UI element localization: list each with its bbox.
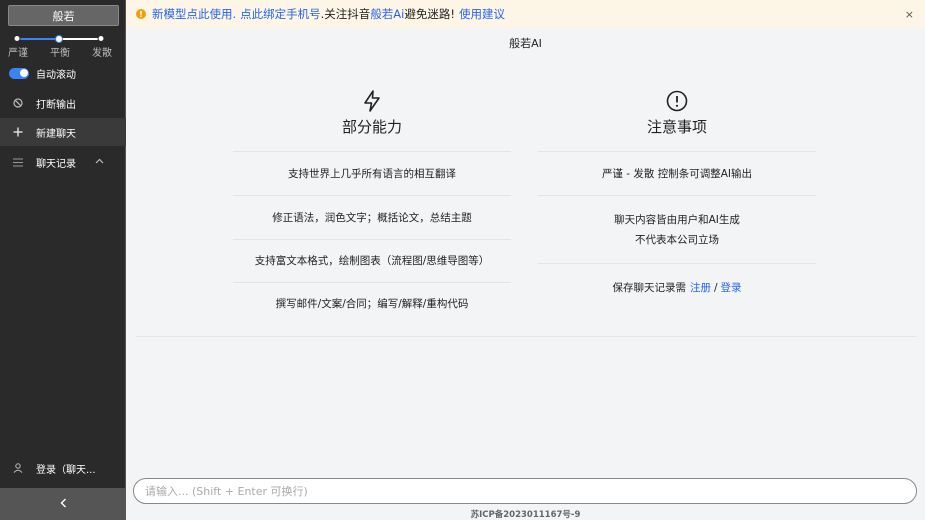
login-label: 登录（聊天... bbox=[36, 464, 96, 476]
banner-text: 避免迷路! bbox=[404, 7, 455, 21]
notice-item: 严谨 - 发散 控制条可调整AI输出 bbox=[538, 152, 816, 196]
temperature-slider[interactable] bbox=[13, 34, 105, 43]
capabilities-section: 部分能力 支持世界上几乎所有语言的相互翻译 修正语法，润色文字；概括论文，总结主… bbox=[233, 88, 511, 325]
announcement-banner: ! 新模型点此使用. 点此绑定手机号 .关注抖音 般若Ai 避免迷路! 使用建议… bbox=[126, 0, 925, 28]
slider-handle[interactable] bbox=[55, 34, 63, 43]
chat-input[interactable]: 请输入... (Shift + Enter 可换行) bbox=[133, 478, 917, 504]
new-model-link[interactable]: 新模型点此使用. bbox=[152, 6, 236, 22]
slider-label-divergent: 发散 bbox=[92, 48, 112, 59]
link-separator: / bbox=[713, 282, 718, 294]
plus-icon bbox=[0, 127, 36, 137]
page-title: 般若AI bbox=[509, 37, 542, 50]
auto-scroll-toggle[interactable]: 自动滚动 bbox=[0, 59, 126, 87]
follow-douyin-text: .关注抖音 bbox=[320, 7, 371, 21]
capability-item: 支持富文本格式，绘制图表（流程图/思维导图等） bbox=[233, 240, 511, 283]
brand-button[interactable]: 般若 bbox=[8, 5, 119, 26]
notice-line: 聊天内容皆由用户和AI生成 bbox=[614, 213, 740, 226]
capability-item: 撰写邮件/文案/合同；编写/解释/重构代码 bbox=[275, 298, 469, 310]
notice-item: 保存聊天记录需 注册 / 登录 bbox=[538, 264, 816, 312]
icp-footer[interactable]: 苏ICP备2023011167号-9 bbox=[126, 508, 925, 520]
stop-icon bbox=[0, 98, 36, 108]
slider-label-balanced: 平衡 bbox=[50, 48, 70, 59]
collapse-sidebar-button[interactable] bbox=[0, 488, 126, 520]
capability-item: 支持世界上几乎所有语言的相互翻译 bbox=[233, 152, 511, 196]
divider bbox=[136, 336, 916, 337]
sidebar: 般若 严谨 平衡 发散 自动滚动 打断输出 新建聊天 聊天记录 登录（聊天... bbox=[0, 0, 126, 520]
notice-item: 聊天内容皆由用户和AI生成 不代表本公司立场 bbox=[538, 196, 816, 264]
notices-section: 注意事项 严谨 - 发散 控制条可调整AI输出 聊天内容皆由用户和AI生成 不代… bbox=[538, 88, 816, 312]
warning-icon: ! bbox=[136, 9, 146, 19]
usage-tips-link[interactable]: 使用建议 bbox=[459, 6, 505, 22]
register-link[interactable]: 注册 bbox=[690, 278, 711, 298]
notice-line: 不代表本公司立场 bbox=[635, 233, 719, 246]
capabilities-title: 部分能力 bbox=[341, 118, 402, 136]
interrupt-output-button[interactable]: 打断输出 bbox=[0, 89, 126, 117]
alert-circle-icon bbox=[538, 88, 816, 114]
slider-labels: 严谨 平衡 发散 bbox=[8, 44, 112, 59]
douyin-account-link[interactable]: 般若Ai bbox=[370, 6, 404, 22]
interrupt-output-label: 打断输出 bbox=[36, 99, 76, 111]
chevron-left-icon bbox=[60, 496, 67, 512]
bind-phone-link[interactable]: 点此绑定手机号 bbox=[240, 6, 321, 22]
capability-item: 修正语法，润色文字；概括论文，总结主题 bbox=[233, 196, 511, 240]
list-icon bbox=[0, 158, 36, 167]
chevron-up-icon[interactable] bbox=[95, 157, 104, 167]
close-icon[interactable]: × bbox=[905, 8, 914, 21]
slider-label-strict: 严谨 bbox=[8, 48, 28, 59]
new-chat-button[interactable]: 新建聊天 bbox=[0, 118, 126, 146]
user-icon bbox=[0, 463, 36, 473]
slider-stop-strict[interactable] bbox=[13, 35, 21, 42]
lightning-icon bbox=[233, 88, 511, 114]
chat-history-label: 聊天记录 bbox=[36, 158, 76, 170]
new-chat-label: 新建聊天 bbox=[36, 128, 76, 140]
chat-history-toggle[interactable]: 聊天记录 bbox=[0, 148, 126, 176]
notices-title: 注意事项 bbox=[646, 118, 707, 136]
auto-scroll-label: 自动滚动 bbox=[36, 69, 76, 81]
toggle-icon[interactable] bbox=[9, 67, 29, 79]
login-button[interactable]: 登录（聊天... bbox=[0, 454, 126, 482]
save-history-text: 保存聊天记录需 bbox=[612, 282, 686, 294]
login-link[interactable]: 登录 bbox=[721, 278, 742, 298]
slider-stop-divergent[interactable] bbox=[97, 35, 105, 42]
